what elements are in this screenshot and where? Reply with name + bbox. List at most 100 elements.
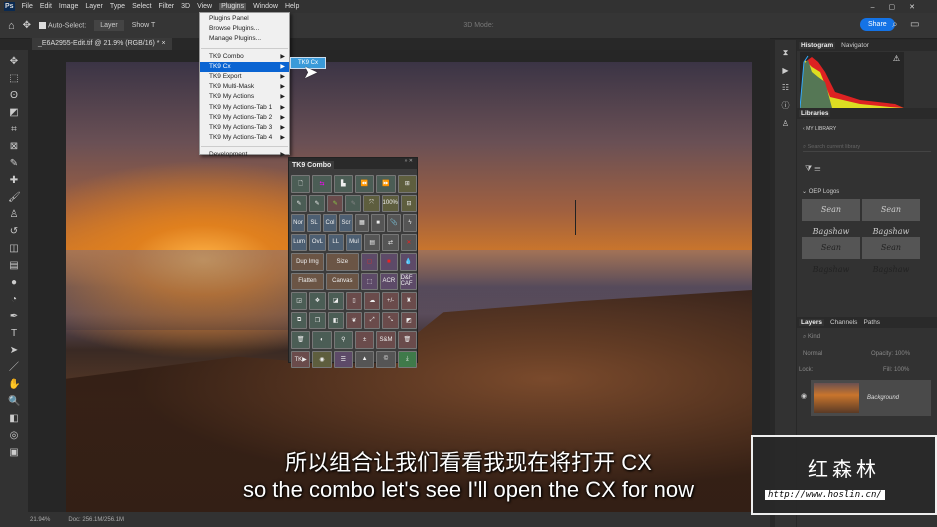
menu-item-tk9-multi-mask[interactable]: TK9 Multi-Mask ▶ (200, 82, 289, 92)
toggle-icon[interactable]: ◐ (312, 331, 332, 349)
line-tool-icon[interactable]: ／ (8, 362, 20, 374)
menu-image[interactable]: Image (59, 3, 78, 10)
canvas-button[interactable]: Canvas (325, 272, 359, 290)
blend-col-button[interactable]: Col (323, 214, 337, 232)
color-swatches-icon[interactable]: ◧ (8, 413, 20, 425)
eraser-icon[interactable]: ◫ (8, 243, 20, 255)
sm-button[interactable]: S&M (376, 331, 396, 349)
split-icon[interactable]: ◧ (327, 311, 344, 329)
delete-x-icon[interactable]: ✕ (400, 233, 417, 251)
rewind-icon[interactable]: ⏪ (354, 175, 375, 193)
feather-icon[interactable]: ❦ (345, 311, 363, 329)
dodge-icon[interactable]: ◔ (8, 294, 20, 306)
tab-paths[interactable]: Paths (863, 319, 880, 326)
layer-select[interactable]: Layer (94, 20, 124, 31)
menu-window[interactable]: Window (253, 3, 278, 10)
triangle-icon[interactable]: ▲ (354, 350, 375, 368)
dup-img-button[interactable]: Dup Img (291, 253, 324, 271)
search-icon[interactable]: ⌕ (892, 19, 898, 30)
fill-field[interactable]: Fill: 100% (883, 367, 909, 373)
blend-lum-button[interactable]: Lum (291, 233, 308, 251)
share-button[interactable]: Share (860, 18, 895, 31)
menu-item-tk9-cx[interactable]: TK9 Cx ▶ (200, 61, 289, 72)
signature-item[interactable]: Sean Bagshaw (862, 237, 920, 274)
square-outline-icon[interactable]: ▢ (360, 253, 379, 271)
leaf-layer-icon[interactable]: ◪ (327, 292, 344, 310)
new-doc-icon[interactable]: 🗋 (291, 175, 311, 193)
plus-icon[interactable]: ⊞ (397, 175, 417, 193)
trash-icon[interactable]: 🗑 (397, 331, 417, 349)
object-select-icon[interactable]: ◩ (8, 107, 20, 119)
blend-scr-button[interactable]: Scr (339, 214, 353, 232)
menu-item-tk9-my-actions-tab-3[interactable]: TK9 My Actions-Tab 3 ▶ (200, 123, 289, 133)
menu-plugins[interactable]: Plugins (219, 3, 247, 10)
merge-icon[interactable]: ⧉ (291, 311, 308, 329)
layer-row-background[interactable]: Background (811, 380, 931, 416)
brush-tool-icon[interactable]: 🖌 (8, 192, 21, 204)
mask-icon[interactable]: ▦ (355, 214, 369, 232)
signature-item[interactable]: Sean Bagshaw (862, 199, 920, 236)
menu-edit[interactable]: Edit (40, 3, 52, 10)
menu-3d[interactable]: 3D (181, 3, 190, 10)
search-layer-icon[interactable]: ⚲ (333, 331, 353, 349)
menu-item-development[interactable]: Development ▶ (200, 150, 289, 160)
portrait-icon[interactable]: ▯ (345, 292, 363, 310)
size-button[interactable]: Size (325, 253, 359, 271)
tab-layers[interactable]: Layers (799, 319, 824, 326)
window-controls[interactable]: –▢✕ (871, 3, 929, 11)
hand-tool-icon[interactable]: ✋ (8, 379, 20, 391)
menu-type[interactable]: Type (110, 3, 125, 10)
auto-select-checkbox[interactable]: Auto-Select: (39, 21, 86, 29)
info-icon[interactable]: ⓘ (782, 100, 790, 111)
path-select-icon[interactable]: ➤ (8, 345, 20, 357)
signature-item[interactable]: Sean Bagshaw (802, 237, 860, 274)
swap-icon[interactable]: ⇆ (312, 175, 332, 193)
history-brush-icon[interactable]: ↺ (8, 226, 20, 238)
menu-help[interactable]: Help (285, 3, 299, 10)
blend-ll-button[interactable]: LL (327, 233, 344, 251)
paperclip-icon[interactable]: 📎 (387, 214, 401, 232)
lasso-tool-icon[interactable]: ʘ (8, 90, 20, 102)
tab-navigator[interactable]: Navigator (841, 42, 869, 49)
workspace-icon[interactable]: ▭ (910, 19, 919, 30)
show-transform-checkbox[interactable]: Show T (132, 22, 156, 29)
menu-item-tk9-my-actions-tab-1[interactable]: TK9 My Actions-Tab 1 ▶ (200, 103, 289, 113)
df-caf-button[interactable]: D&F CAF (399, 272, 417, 290)
filter-icon[interactable]: ⧩ ☰ (805, 164, 820, 174)
menu-view[interactable]: View (197, 3, 212, 10)
acr-button[interactable]: ACR (380, 272, 398, 290)
layers-icon[interactable]: ☰ (333, 350, 353, 368)
red-square-icon[interactable]: ■ (380, 253, 398, 271)
zoom-tool-icon[interactable]: 🔍 (8, 396, 20, 408)
oep-logos-group[interactable]: ⌄ OEP Logos (802, 188, 839, 195)
shrink-icon[interactable]: ⤡ (382, 311, 399, 329)
trash-icon[interactable]: 🗑 (291, 331, 311, 349)
menu-file[interactable]: File (22, 3, 33, 10)
frame-tool-icon[interactable]: ⊠ (8, 141, 20, 153)
menu-item-manage-plugins[interactable]: Manage Plugins... (200, 34, 289, 44)
blur-icon[interactable]: ● (8, 277, 20, 289)
black-rect-icon[interactable]: ■ (371, 214, 385, 232)
blend-mul-button[interactable]: Mul (345, 233, 363, 251)
selection-icon[interactable]: ⬚ (360, 272, 379, 290)
warning-icon[interactable]: ⚠ (893, 54, 900, 63)
brush-gray-icon[interactable]: ✎ (345, 194, 362, 212)
library-search-input[interactable]: ⌕ Search current library (803, 144, 931, 152)
swap-arrows-icon[interactable]: ⇄ (382, 233, 399, 251)
calculator-icon[interactable]: ▤ (364, 233, 381, 251)
blend-sl-button[interactable]: SL (307, 214, 321, 232)
menu-item-plugins-panel[interactable]: Plugins Panel (200, 14, 289, 24)
menu-item-tk9-combo[interactable]: TK9 Combo ▶ (200, 52, 289, 62)
download-icon[interactable]: ⤓ (397, 350, 417, 368)
eye-icon[interactable]: ◉ (312, 350, 332, 368)
menu-item-browse-plugins[interactable]: Browse Plugins... (200, 24, 289, 34)
healing-brush-icon[interactable]: ✚ (8, 175, 20, 187)
stamp-tool-icon[interactable]: ♙ (8, 209, 20, 221)
zoom-level[interactable]: 21.94% (30, 517, 50, 523)
brush-green-icon[interactable]: ✎ (327, 194, 344, 212)
copyright-icon[interactable]: © (376, 350, 396, 368)
menu-item-tk9-export[interactable]: TK9 Export ▶ (200, 72, 289, 82)
my-library-link[interactable]: ‹ MY LIBRARY (803, 126, 836, 132)
fast-forward-icon[interactable]: ⏩ (376, 175, 396, 193)
expand-icon[interactable]: ⤧ (363, 194, 380, 212)
